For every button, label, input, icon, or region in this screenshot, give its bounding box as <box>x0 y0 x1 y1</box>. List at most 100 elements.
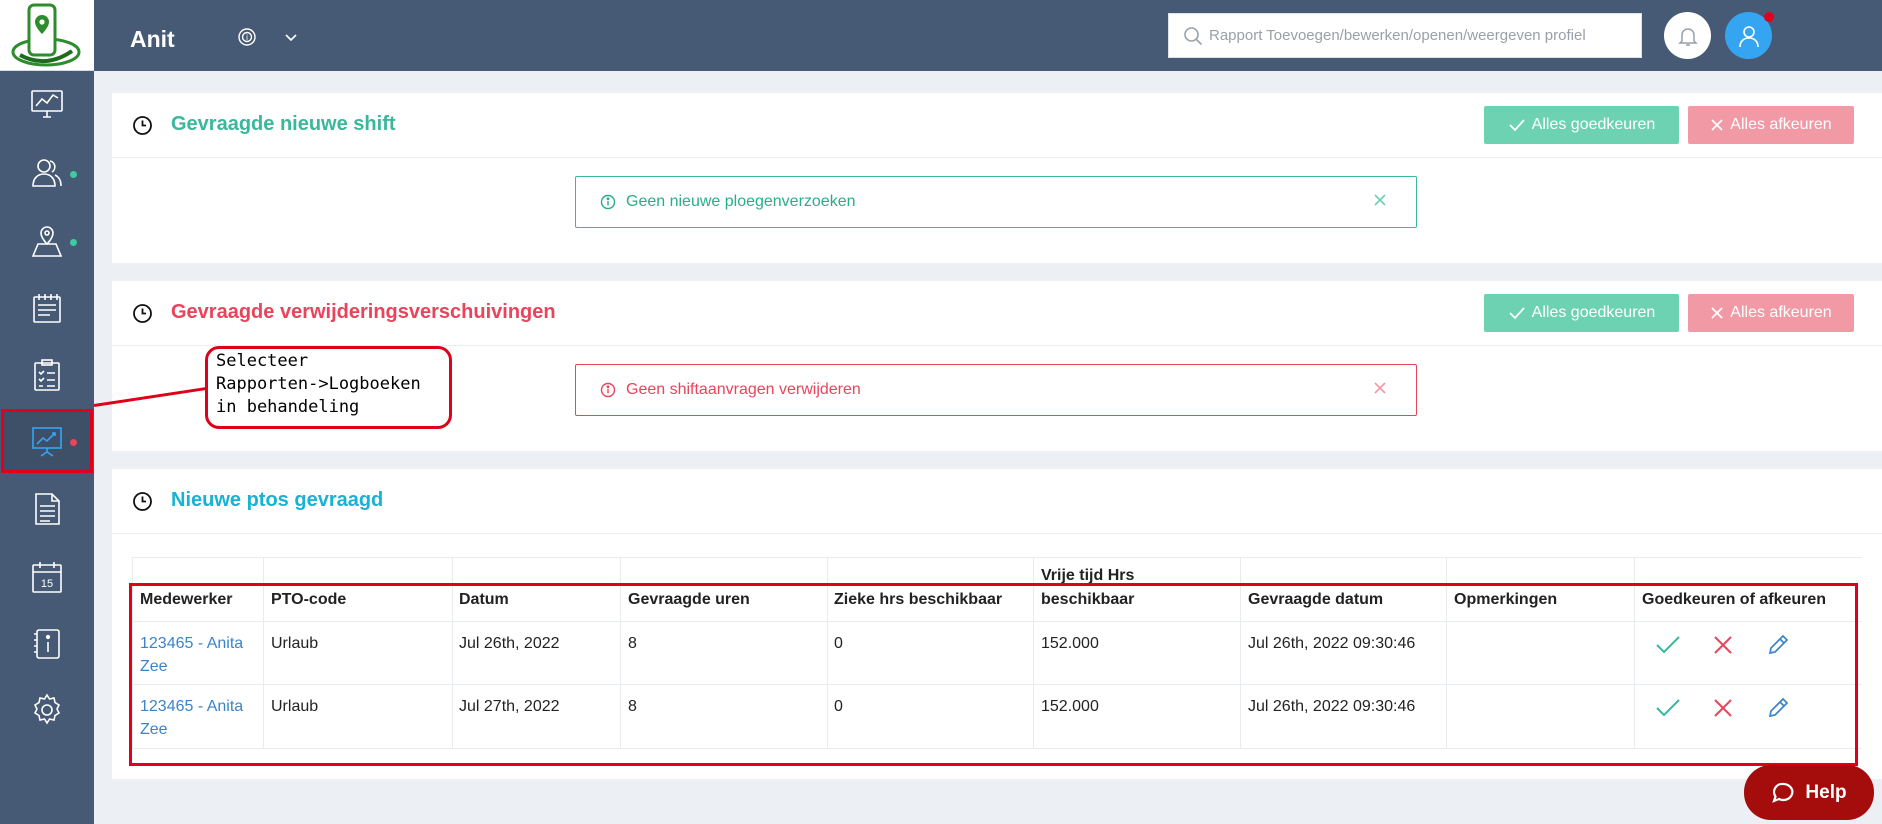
employee-name: Zee <box>140 721 168 738</box>
col-header-free-hours-line1: Vrije tijd Hrs <box>1041 567 1135 584</box>
employee-name: Zee <box>140 658 168 675</box>
page-title: Anit <box>130 26 175 52</box>
app-logo[interactable] <box>0 0 94 71</box>
info-book-icon <box>34 629 60 659</box>
cell-date: Jul 26th, 2022 <box>459 635 560 652</box>
reject-button[interactable] <box>1706 691 1740 725</box>
clock-icon <box>133 116 152 135</box>
card-header: Gevraagde nieuwe shift Alles goedkeuren … <box>112 93 1882 158</box>
cell-hours-requested: 8 <box>628 635 637 652</box>
approve-all-button[interactable]: Alles goedkeuren <box>1484 294 1679 332</box>
reject-all-button[interactable]: Alles afkeuren <box>1688 106 1854 144</box>
sidebar-item-locations[interactable] <box>0 209 94 273</box>
sidebar-item-settings[interactable] <box>0 678 94 742</box>
card-title: Gevraagde nieuwe shift <box>171 113 396 135</box>
search-input[interactable] <box>1209 14 1629 57</box>
reject-all-button[interactable]: Alles afkeuren <box>1688 294 1854 332</box>
language-icon[interactable]: i <box>237 27 257 52</box>
search-field[interactable] <box>1168 13 1642 58</box>
annotation-callout: Selecteer Rapporten->Logboeken in behand… <box>205 346 452 429</box>
cell-requested-date: Jul 26th, 2022 09:30:46 <box>1248 698 1416 715</box>
employee-link[interactable]: 123465 - Anita Zee <box>140 632 243 678</box>
col-header-pto-code: PTO-code <box>271 591 347 608</box>
close-icon <box>1711 307 1723 319</box>
svg-text:15: 15 <box>41 578 53 590</box>
sidebar-item-reports[interactable] <box>0 409 94 473</box>
edit-button[interactable] <box>1761 691 1795 725</box>
sidebar-item-users[interactable] <box>0 141 94 205</box>
approve-button[interactable] <box>1651 691 1685 725</box>
check-icon <box>1656 699 1680 717</box>
info-alert: Geen nieuwe ploegenverzoeken <box>575 176 1417 228</box>
help-button[interactable]: Help <box>1744 765 1874 820</box>
card-title: Gevraagde verwijderingsverschuivingen <box>171 301 556 323</box>
close-icon[interactable] <box>1372 192 1388 213</box>
close-icon[interactable] <box>1372 380 1388 401</box>
sidebar-item-documents[interactable] <box>0 477 94 541</box>
sidebar-item-schedule[interactable] <box>0 276 94 340</box>
reject-all-label: Alles afkeuren <box>1730 304 1832 321</box>
close-icon <box>1714 699 1732 717</box>
cell-sick-hours: 0 <box>834 698 843 715</box>
sidebar-item-dashboard[interactable] <box>0 72 94 136</box>
cell-pto-code: Urlaub <box>271 698 319 715</box>
sidebar-item-info[interactable] <box>0 612 94 676</box>
alert-text: Geen shiftaanvragen verwijderen <box>626 381 861 398</box>
check-icon <box>1509 307 1525 320</box>
approve-all-button[interactable]: Alles goedkeuren <box>1484 106 1679 144</box>
col-header-remarks: Opmerkingen <box>1454 591 1558 608</box>
info-icon <box>600 382 616 398</box>
approve-button[interactable] <box>1651 628 1685 662</box>
alert-text: Geen nieuwe ploegenverzoeken <box>626 193 856 210</box>
svg-text:i: i <box>246 33 248 42</box>
reject-all-label: Alles afkeuren <box>1730 116 1832 133</box>
info-alert: Geen shiftaanvragen verwijderen <box>575 364 1417 416</box>
help-label: Help <box>1805 781 1847 803</box>
employee-name: 123465 - Anita <box>140 635 244 652</box>
cell-free-hours: 152.000 <box>1041 698 1099 715</box>
col-header-date: Datum <box>459 591 509 608</box>
reject-button[interactable] <box>1706 628 1740 662</box>
notification-dot <box>1764 12 1774 22</box>
cell-sick-hours: 0 <box>834 635 843 652</box>
col-header-hours-requested: Gevraagde uren <box>628 591 750 608</box>
card-pto-requests: Nieuwe ptos gevraagd Medewerker PTO-code… <box>112 469 1882 779</box>
clock-icon <box>133 492 152 511</box>
card-header: Nieuwe ptos gevraagd <box>112 469 1882 534</box>
users-icon <box>32 159 62 187</box>
cell-date: Jul 27th, 2022 <box>459 698 560 715</box>
monitor-chart-icon <box>31 90 63 118</box>
reports-status-dot <box>70 439 77 446</box>
clock-icon <box>133 304 152 323</box>
user-icon <box>1738 25 1759 47</box>
employee-link[interactable]: 123465 - Anita Zee <box>140 695 243 741</box>
info-icon <box>600 194 616 210</box>
close-icon <box>1711 119 1723 131</box>
card-header: Gevraagde verwijderingsverschuivingen Al… <box>112 281 1882 346</box>
presentation-chart-icon <box>32 427 62 457</box>
col-header-requested-date: Gevraagde datum <box>1248 591 1384 608</box>
col-header-employee: Medewerker <box>140 591 233 608</box>
col-header-actions: Goedkeuren of afkeuren <box>1642 591 1827 608</box>
close-icon <box>1714 636 1732 654</box>
chevron-down-icon[interactable] <box>284 30 298 48</box>
notifications-button[interactable] <box>1664 12 1711 59</box>
gear-icon <box>33 693 61 725</box>
search-icon <box>1184 27 1203 46</box>
employee-name: 123465 - Anita <box>140 698 244 715</box>
checklist-icon <box>34 359 60 391</box>
check-icon <box>1656 636 1680 654</box>
cell-free-hours: 152.000 <box>1041 635 1099 652</box>
locations-status-dot <box>70 239 77 246</box>
check-icon <box>1509 119 1525 132</box>
card-new-shift: Gevraagde nieuwe shift Alles goedkeuren … <box>112 93 1882 263</box>
users-status-dot <box>70 171 77 178</box>
cell-hours-requested: 8 <box>628 698 637 715</box>
document-icon <box>35 493 60 525</box>
sidebar-item-calendar[interactable]: 15 <box>0 545 94 609</box>
sidebar-item-tasks[interactable] <box>0 343 94 407</box>
pto-table: Medewerker PTO-code Datum Gevraagde uren… <box>132 557 1862 749</box>
edit-button[interactable] <box>1761 628 1795 662</box>
cell-pto-code: Urlaub <box>271 635 319 652</box>
chat-bubble-icon <box>1772 782 1794 803</box>
